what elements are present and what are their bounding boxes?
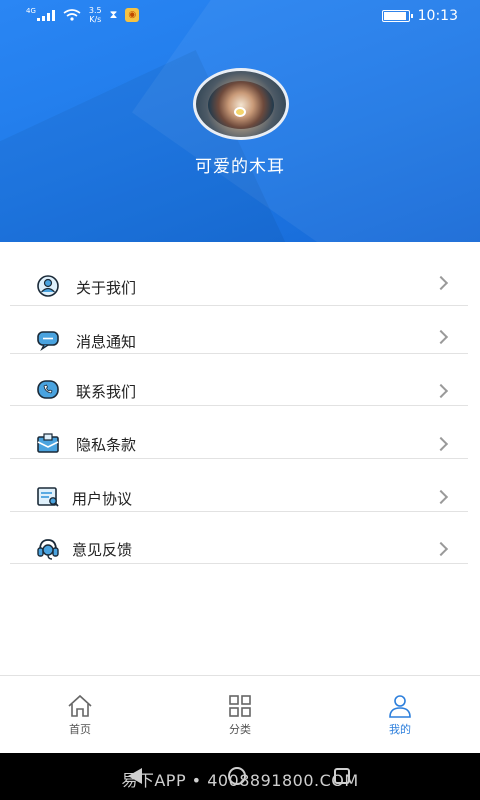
system-nav-bar: 易下APP • 4008891800.COM xyxy=(0,753,480,800)
menu-item-about[interactable]: 关于我们 xyxy=(10,258,468,306)
menu-item-feedback[interactable]: 意见反馈 xyxy=(10,516,468,564)
chevron-right-icon xyxy=(433,383,449,399)
phone-icon xyxy=(37,380,59,399)
menu-item-notifications[interactable]: 消息通知 xyxy=(10,306,468,354)
chat-bubble-icon xyxy=(37,331,59,352)
person-circle-icon xyxy=(37,275,59,297)
hourglass-icon: ⧗ xyxy=(109,8,118,21)
home-circle-icon[interactable] xyxy=(228,767,246,785)
document-search-icon xyxy=(37,487,59,507)
network-speed: 3.5 K/s xyxy=(88,6,102,24)
chevron-right-icon xyxy=(433,489,449,505)
signal-icon: 4G xyxy=(26,7,55,21)
home-icon xyxy=(68,694,92,717)
bottom-nav: 首页 分类 我的 xyxy=(0,675,480,753)
status-bar: 4G 3.5 K/s ⧗ ◉ 10:13 xyxy=(0,0,480,32)
recent-apps-icon[interactable] xyxy=(334,768,350,784)
nav-home[interactable]: 首页 xyxy=(40,694,120,737)
menu-label: 用户协议 xyxy=(72,490,133,508)
avatar-detail xyxy=(234,107,246,117)
back-icon[interactable] xyxy=(128,768,142,784)
avatar[interactable] xyxy=(193,68,289,140)
battery-icon xyxy=(381,10,413,22)
menu-item-privacy[interactable]: 隐私条款 xyxy=(10,411,468,459)
profile-header: 4G 3.5 K/s ⧗ ◉ 10:13 可爱的木耳 xyxy=(0,0,480,242)
nav-mine[interactable]: 我的 xyxy=(360,694,440,737)
avatar-image xyxy=(208,81,274,129)
status-right: 10:13 xyxy=(381,8,458,24)
headset-icon xyxy=(37,539,59,560)
menu-label: 联系我们 xyxy=(76,383,137,401)
wifi-icon xyxy=(63,9,81,21)
menu-label: 关于我们 xyxy=(76,279,137,297)
nav-home-label: 首页 xyxy=(69,723,91,736)
network-type: 4G xyxy=(26,7,36,15)
chevron-right-icon xyxy=(433,436,449,452)
user-icon xyxy=(389,695,411,718)
nav-category[interactable]: 分类 xyxy=(200,694,280,737)
chevron-right-icon xyxy=(433,541,449,557)
app-notification-icon: ◉ xyxy=(125,8,140,22)
menu-item-agreement[interactable]: 用户协议 xyxy=(10,464,468,512)
envelope-icon xyxy=(37,433,59,453)
menu-label: 消息通知 xyxy=(76,333,137,351)
chevron-right-icon xyxy=(433,275,449,291)
status-left: 4G 3.5 K/s ⧗ ◉ xyxy=(26,6,140,24)
clock: 10:13 xyxy=(417,8,458,24)
menu-label: 隐私条款 xyxy=(76,436,137,454)
grid-icon xyxy=(229,695,251,717)
nav-category-label: 分类 xyxy=(229,723,251,736)
chevron-right-icon xyxy=(433,329,449,345)
nav-mine-label: 我的 xyxy=(389,723,411,736)
username: 可爱的木耳 xyxy=(195,157,285,177)
menu-label: 意见反馈 xyxy=(72,541,133,559)
menu-item-contact[interactable]: 联系我们 xyxy=(10,358,468,406)
